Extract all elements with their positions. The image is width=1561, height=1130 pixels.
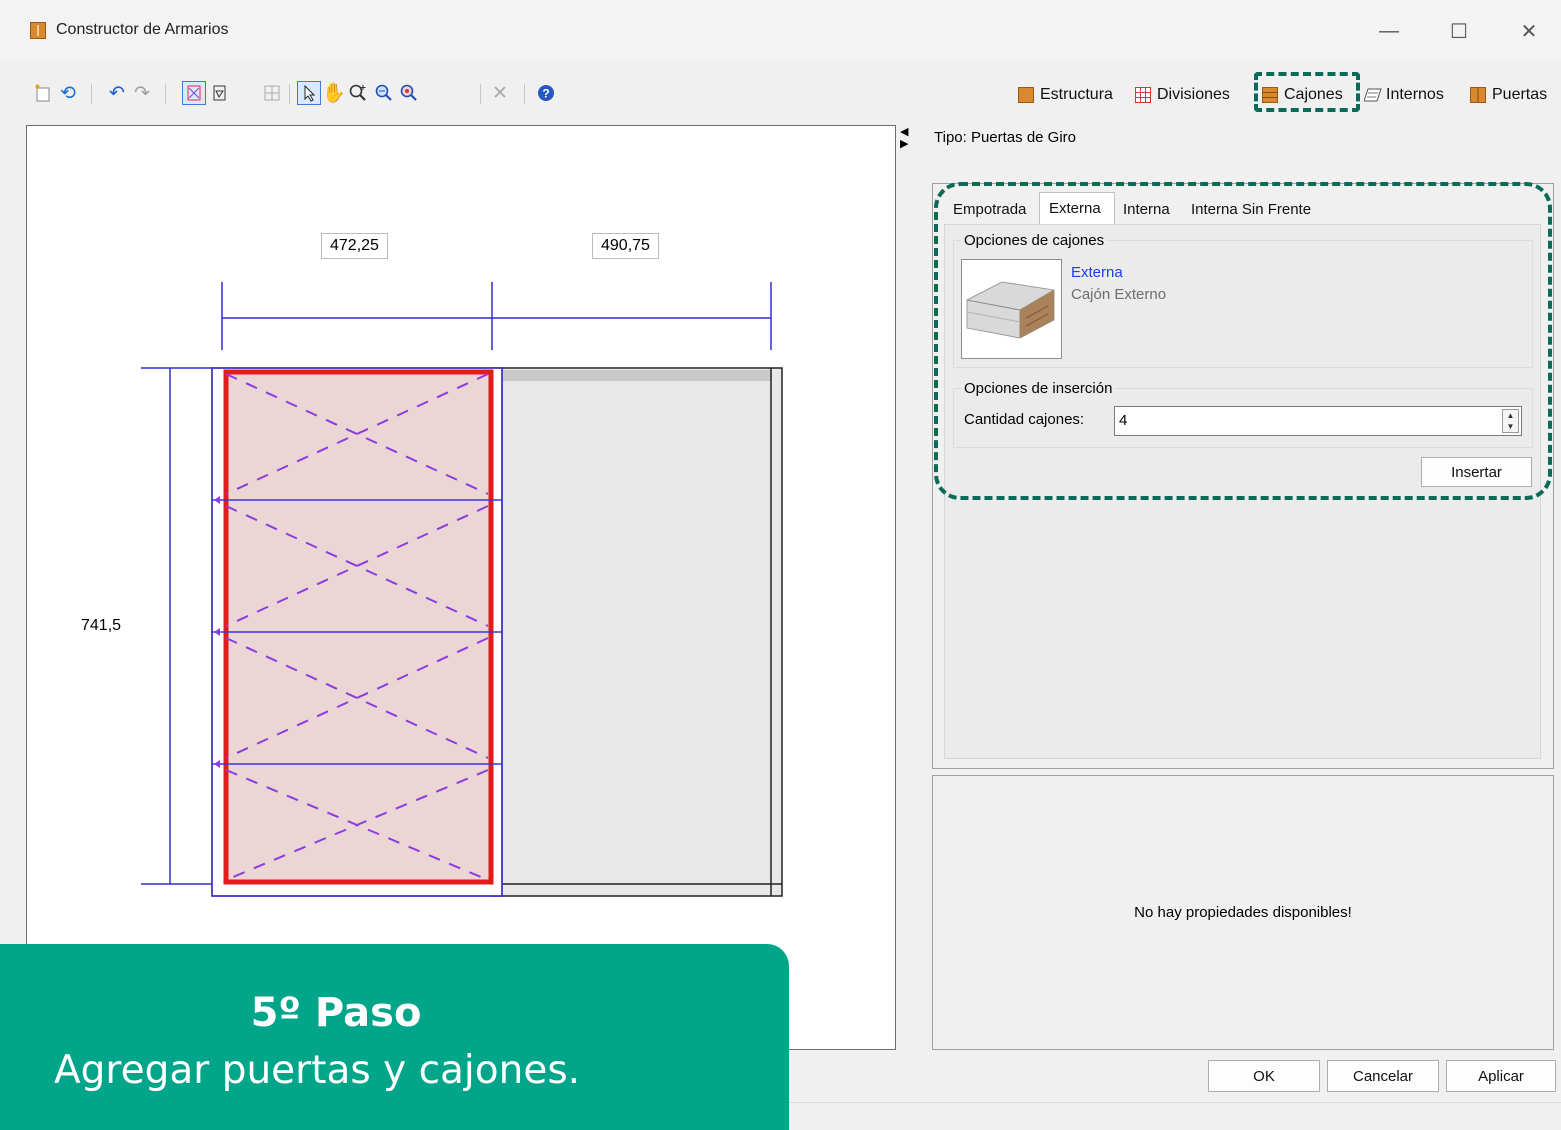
splitter-toggle[interactable]: ◀ ▶ — [900, 126, 914, 152]
drawer-options-highlight — [934, 182, 1552, 500]
top-shelf — [492, 370, 772, 381]
width-dimension — [221, 282, 772, 350]
structure-icon — [1018, 87, 1034, 103]
tab-internos[interactable]: Internos — [1363, 83, 1444, 107]
cajones-highlight — [1254, 72, 1360, 112]
doors-icon — [1470, 87, 1486, 103]
close-button[interactable]: ✕ — [1506, 14, 1552, 48]
selected-drawer-block — [223, 369, 494, 885]
dimension-width-right: 490,75 — [592, 233, 659, 259]
maximize-button[interactable]: ☐ — [1436, 14, 1482, 48]
tab-divisiones[interactable]: Divisiones — [1135, 83, 1230, 107]
step-callout — [0, 944, 789, 1130]
height-dimension — [141, 367, 214, 885]
tab-puertas[interactable]: Puertas — [1470, 83, 1547, 107]
apply-button[interactable]: Aplicar — [1446, 1060, 1556, 1092]
cancel-button[interactable]: Cancelar — [1327, 1060, 1439, 1092]
step-callout-text: Agregar puertas y cajones. — [54, 1048, 581, 1093]
step-callout-title: 5º Paso — [250, 990, 422, 1036]
no-properties-message: No hay propiedades disponibles! — [1134, 904, 1352, 921]
tab-estructura[interactable]: Estructura — [1018, 83, 1113, 107]
internals-icon — [1363, 87, 1382, 103]
wardrobe-drawing — [141, 282, 783, 897]
ok-button[interactable]: OK — [1208, 1060, 1320, 1092]
minimize-button[interactable]: — — [1366, 14, 1412, 48]
right-module — [491, 367, 783, 897]
dimension-height: 741,5 — [81, 617, 122, 634]
door-type-label: Tipo: Puertas de Giro — [934, 129, 1077, 146]
divisions-grid-icon — [1135, 87, 1151, 103]
dimension-width-left: 472,25 — [321, 233, 388, 259]
